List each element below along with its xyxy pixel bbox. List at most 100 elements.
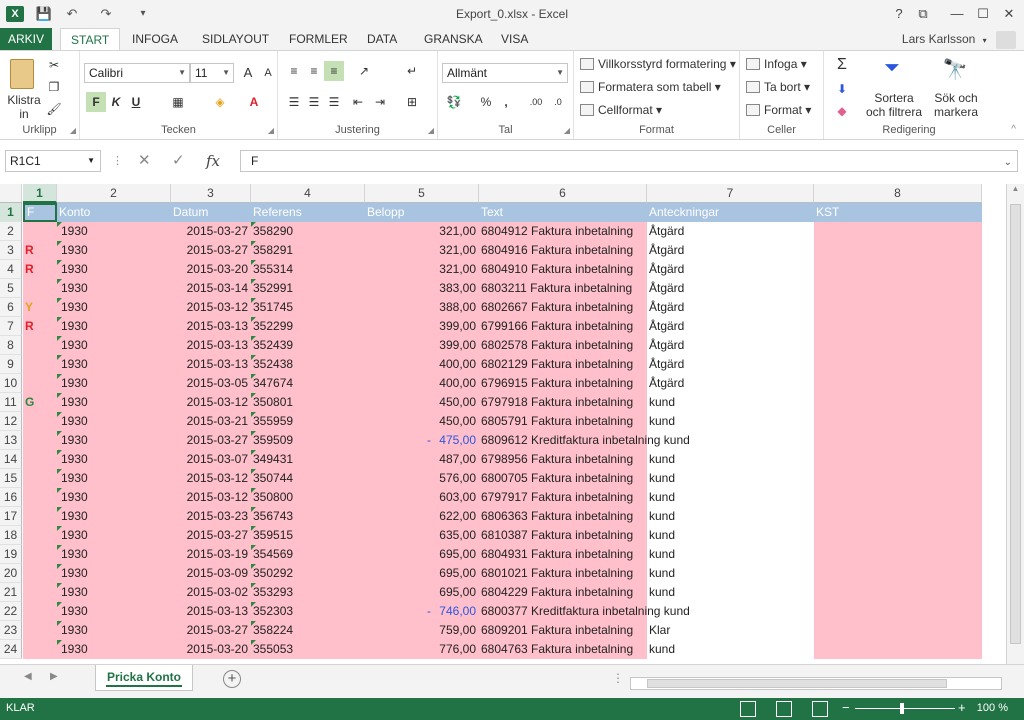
cell-flag[interactable] <box>23 507 57 526</box>
cell-belopp[interactable]: 487,00 <box>365 450 479 469</box>
row-header[interactable]: 23 <box>0 621 22 640</box>
zoom-out-icon[interactable]: − <box>842 700 850 715</box>
cell-konto[interactable]: 1930 <box>57 507 171 526</box>
cell-konto[interactable]: 1930 <box>57 640 171 659</box>
confirm-entry-icon[interactable]: ✓ <box>172 150 185 172</box>
cell-belopp[interactable]: 635,00 <box>365 526 479 545</box>
cell-text[interactable]: 6800705 Faktura inbetalning <box>479 469 647 488</box>
cell-belopp[interactable]: 450,00 <box>365 393 479 412</box>
zoom-in-icon[interactable]: + <box>958 700 966 715</box>
cell-referens[interactable]: 353293 <box>251 583 365 602</box>
zoom-level[interactable]: 100 % <box>977 702 1008 714</box>
cell-text[interactable]: 6809612 Kreditfaktura inbetalning kund <box>479 431 690 450</box>
dialog-launcher-icon[interactable]: ◢ <box>564 126 570 135</box>
row-header[interactable]: 18 <box>0 526 22 545</box>
cell-kst[interactable] <box>814 317 982 336</box>
cell-text[interactable]: 6806363 Faktura inbetalning <box>479 507 647 526</box>
cell-belopp[interactable]: 400,00 <box>365 374 479 393</box>
cell-referens[interactable]: 354569 <box>251 545 365 564</box>
cell-belopp[interactable]: 776,00 <box>365 640 479 659</box>
cell-text[interactable]: 6804916 Faktura inbetalning <box>479 241 647 260</box>
cell-flag[interactable] <box>23 412 57 431</box>
column-header[interactable]: 6 <box>479 184 647 203</box>
cell-kst[interactable] <box>814 507 982 526</box>
insert-function-button[interactable]: fx <box>206 150 220 172</box>
align-left-icon[interactable]: ☰ <box>284 92 304 112</box>
cell-text[interactable]: 6809201 Faktura inbetalning <box>479 621 647 640</box>
copy-icon[interactable]: ❐ <box>44 77 64 97</box>
cell-belopp[interactable]: 321,00 <box>365 260 479 279</box>
cell-flag[interactable]: Y <box>23 298 57 317</box>
cell-belopp[interactable]: 603,00 <box>365 488 479 507</box>
cell-kst[interactable] <box>814 222 982 241</box>
format-cells-button[interactable]: Format ▾ <box>746 103 811 117</box>
prev-sheet-icon[interactable]: ◀ <box>24 671 32 682</box>
expand-formula-icon[interactable]: ⌄ <box>1004 153 1012 173</box>
cell-text[interactable]: 6802667 Faktura inbetalning <box>479 298 647 317</box>
cell-kst[interactable] <box>814 450 982 469</box>
column-header[interactable]: 8 <box>814 184 982 203</box>
format-painter-icon[interactable]: 🖌 <box>44 99 64 119</box>
row-header[interactable]: 5 <box>0 279 22 298</box>
column-header[interactable]: 3 <box>171 184 251 203</box>
sheet-tab-pricka-konto[interactable]: Pricka Konto <box>95 665 193 691</box>
increase-indent-icon[interactable]: ⇥ <box>370 92 390 112</box>
cell-konto[interactable]: 1930 <box>57 412 171 431</box>
cell-kst[interactable] <box>814 298 982 317</box>
cell-anteckningar[interactable]: kund <box>647 526 814 545</box>
row-header[interactable]: 15 <box>0 469 22 488</box>
find-select-button[interactable]: Sök och markera <box>928 91 984 119</box>
cell-belopp[interactable]: 450,00 <box>365 412 479 431</box>
align-right-icon[interactable]: ☰ <box>324 92 344 112</box>
cell-kst[interactable] <box>814 469 982 488</box>
row-header[interactable]: 7 <box>0 317 22 336</box>
align-center-icon[interactable]: ☰ <box>304 92 324 112</box>
cell-datum[interactable]: 2015-03-02 <box>171 583 251 602</box>
cell-text[interactable]: 6802129 Faktura inbetalning <box>479 355 647 374</box>
cell-anteckningar[interactable]: Åtgärd <box>647 260 814 279</box>
row-header[interactable]: 12 <box>0 412 22 431</box>
header-referens[interactable]: Referens <box>251 203 365 222</box>
column-header[interactable]: 1 <box>23 184 57 203</box>
cell-flag[interactable]: G <box>23 393 57 412</box>
row-header[interactable]: 21 <box>0 583 22 602</box>
cell-datum[interactable]: 2015-03-09 <box>171 564 251 583</box>
cell-text[interactable]: 6797917 Faktura inbetalning <box>479 488 647 507</box>
header-datum[interactable]: Datum <box>171 203 251 222</box>
cell-anteckningar[interactable]: Klar <box>647 621 814 640</box>
tab-start[interactable]: START <box>60 28 121 51</box>
cell-text[interactable]: 6801021 Faktura inbetalning <box>479 564 647 583</box>
cell-datum[interactable]: 2015-03-12 <box>171 393 251 412</box>
cell-belopp[interactable]: 400,00 <box>365 355 479 374</box>
normal-view-icon[interactable] <box>740 701 756 717</box>
cell-konto[interactable]: 1930 <box>57 222 171 241</box>
cancel-entry-icon[interactable]: ✕ <box>138 150 151 172</box>
column-header[interactable]: 5 <box>365 184 479 203</box>
cell-text[interactable]: 6800377 Kreditfaktura inbetalning kund <box>479 602 690 621</box>
cell-konto[interactable]: 1930 <box>57 317 171 336</box>
cell-datum[interactable]: 2015-03-13 <box>171 602 251 621</box>
row-header[interactable]: 20 <box>0 564 22 583</box>
cell-belopp[interactable]: 388,00 <box>365 298 479 317</box>
cell-anteckningar[interactable]: kund <box>647 450 814 469</box>
cell-belopp[interactable]: 695,00 <box>365 545 479 564</box>
cell-flag[interactable] <box>23 564 57 583</box>
dialog-launcher-icon[interactable]: ◢ <box>70 126 76 135</box>
cell-datum[interactable]: 2015-03-14 <box>171 279 251 298</box>
header-text[interactable]: Text <box>479 203 647 222</box>
cell-flag[interactable] <box>23 450 57 469</box>
cell-anteckningar[interactable]: kund <box>647 564 814 583</box>
cell-kst[interactable] <box>814 241 982 260</box>
cell-datum[interactable]: 2015-03-23 <box>171 507 251 526</box>
cell-flag[interactable] <box>23 621 57 640</box>
add-sheet-button[interactable]: + <box>223 670 241 688</box>
cell-konto[interactable]: 1930 <box>57 564 171 583</box>
cell-anteckningar[interactable]: Åtgärd <box>647 336 814 355</box>
header-kst[interactable]: KST <box>814 203 982 222</box>
cell-belopp[interactable]: 399,00 <box>365 336 479 355</box>
cell-konto[interactable]: 1930 <box>57 602 171 621</box>
collapse-ribbon-icon[interactable]: ^ <box>1011 124 1016 135</box>
cell-belopp[interactable]: 695,00 <box>365 564 479 583</box>
cell-datum[interactable]: 2015-03-19 <box>171 545 251 564</box>
cell-anteckningar[interactable]: Åtgärd <box>647 298 814 317</box>
